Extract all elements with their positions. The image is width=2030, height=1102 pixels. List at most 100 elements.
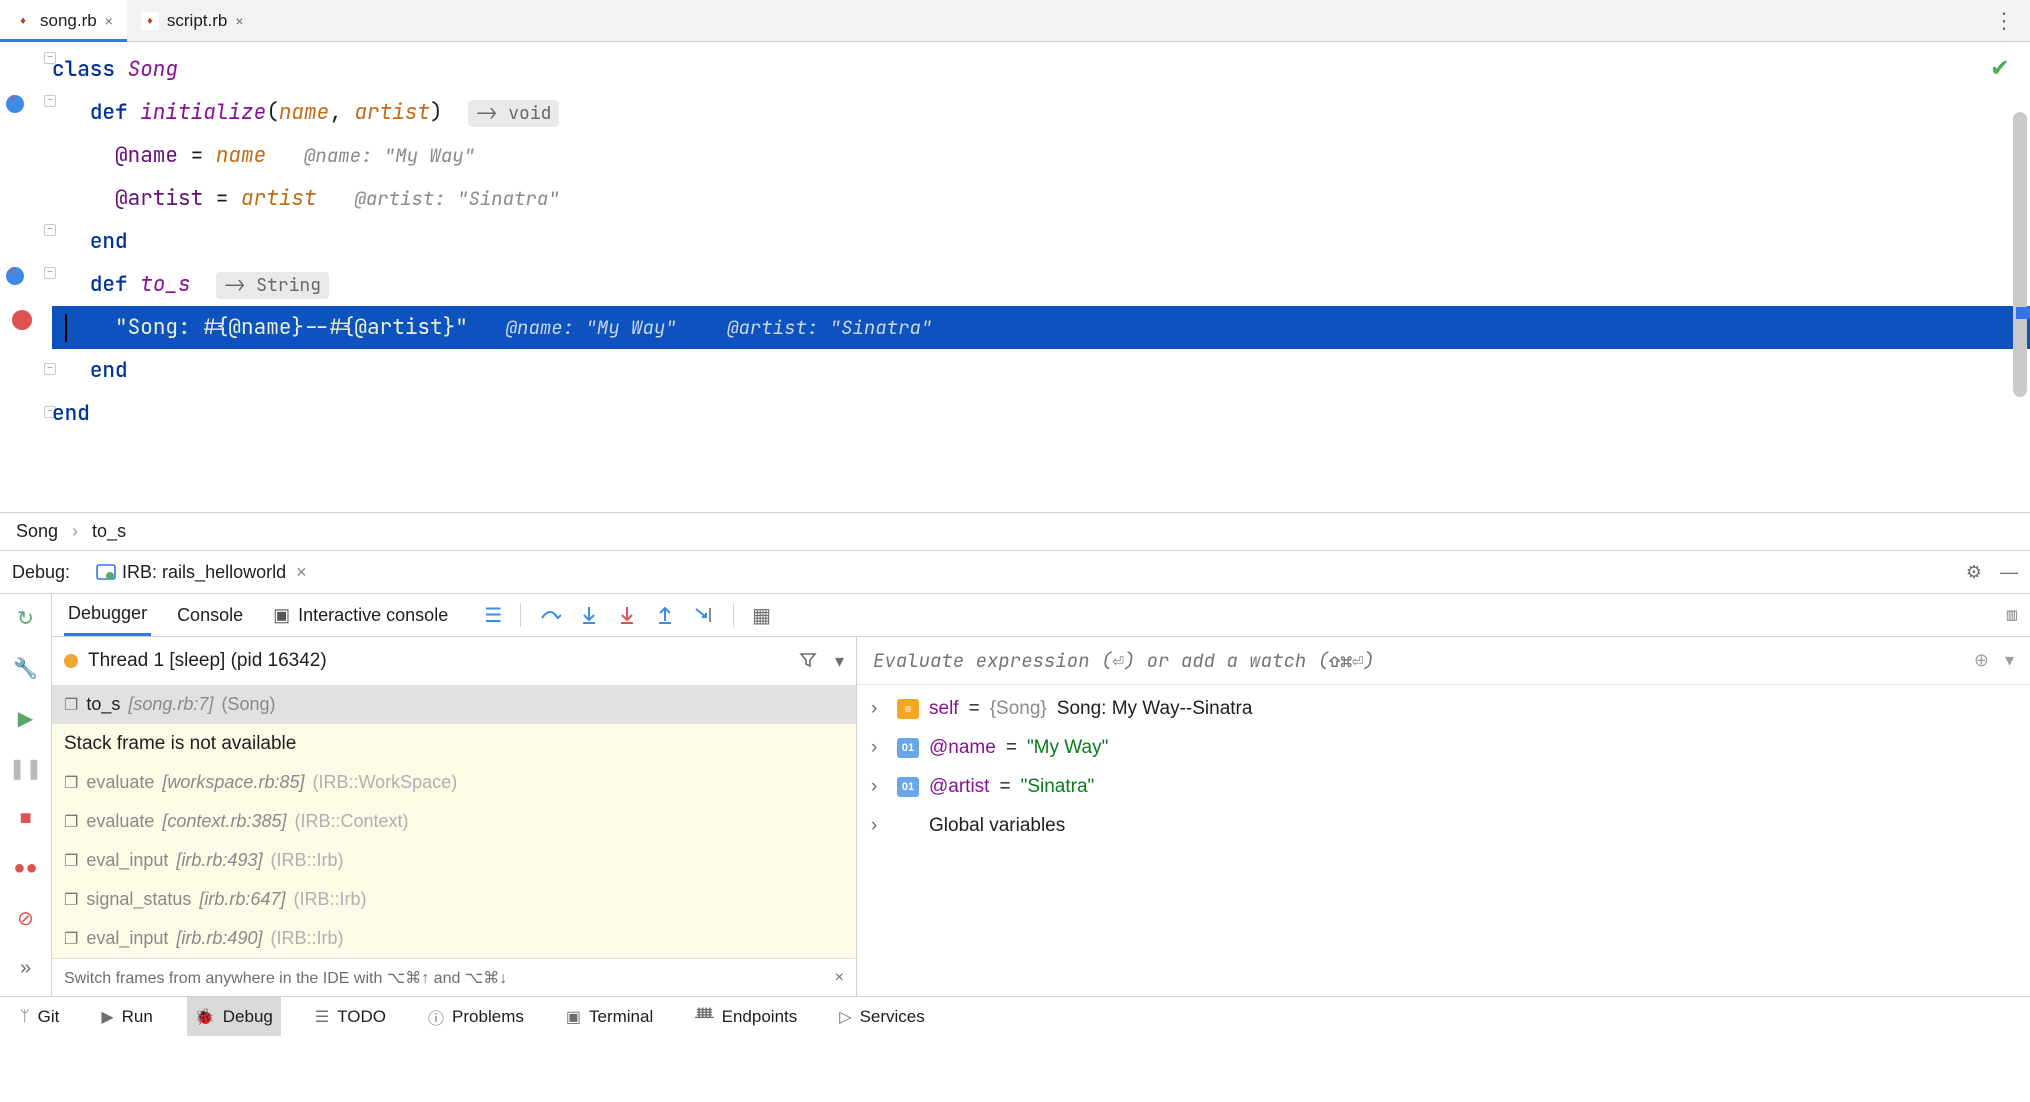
error-stripe-mark[interactable]: [2016, 307, 2030, 319]
variables-pane: ⊕ ▾ › ≡ self = {Song} Song: My Way--Sina…: [857, 637, 2030, 996]
gear-icon[interactable]: ⚙: [1966, 562, 1982, 583]
frame-list[interactable]: ❐ to_s [song.rb:7] (Song) Stack frame is…: [52, 685, 856, 958]
tab-song-rb[interactable]: ♦ song.rb ×: [0, 0, 127, 41]
filter-icon[interactable]: [799, 651, 817, 672]
thread-selector[interactable]: Thread 1 [sleep] (pid 16342) ▾: [52, 637, 856, 685]
frame-row[interactable]: ❐evaluate [workspace.rb:85] (IRB::WorkSp…: [52, 763, 856, 802]
bottom-toolbar: ᛘGit ▶Run 🐞Debug ☰TODO ⓘProblems ▣Termin…: [0, 996, 2030, 1036]
chevron-right-icon[interactable]: ›: [871, 815, 887, 837]
variables-list[interactable]: › ≡ self = {Song} Song: My Way--Sinatra …: [857, 685, 2030, 996]
tool-terminal[interactable]: ▣Terminal: [558, 997, 661, 1036]
rerun-button[interactable]: ↻: [12, 604, 40, 632]
view-breakpoints-button[interactable]: ●●: [12, 854, 40, 882]
tool-git[interactable]: ᛘGit: [12, 997, 67, 1036]
tool-todo[interactable]: ☰TODO: [307, 997, 394, 1036]
editor[interactable]: − − − − − − class Song def initialize(na…: [0, 42, 2030, 512]
dropdown-icon[interactable]: ▾: [2005, 650, 2014, 671]
chevron-right-icon[interactable]: ›: [871, 737, 887, 759]
minimize-icon[interactable]: —: [2000, 562, 2018, 583]
debug-run-icon[interactable]: [6, 95, 24, 113]
force-step-into-icon[interactable]: [617, 605, 637, 625]
breadcrumb-method[interactable]: to_s: [92, 521, 126, 542]
tool-debug[interactable]: 🐞Debug: [187, 997, 281, 1036]
instance-var-icon: 01: [897, 777, 919, 797]
variable-row[interactable]: › 01 @name = "My Way": [857, 728, 2030, 767]
ruby-file-icon: ♦: [14, 12, 32, 30]
resume-button[interactable]: ▶: [12, 704, 40, 732]
scrollbar[interactable]: [2013, 112, 2027, 397]
breadcrumb[interactable]: Song › to_s: [0, 512, 2030, 550]
bug-icon: 🐞: [195, 1007, 215, 1027]
ruby-file-icon: ♦: [141, 12, 159, 30]
git-icon: ᛘ: [20, 1008, 30, 1026]
frames-hint: Switch frames from anywhere in the IDE w…: [52, 958, 856, 996]
inspection-ok-icon[interactable]: ✔: [1990, 54, 2010, 83]
variable-row[interactable]: › Global variables: [857, 806, 2030, 845]
close-icon[interactable]: ×: [235, 13, 243, 29]
endpoints-icon: ᚙ: [695, 1007, 713, 1027]
problems-icon: ⓘ: [428, 1005, 444, 1029]
gutter[interactable]: − − − − − −: [0, 42, 52, 512]
stop-button[interactable]: ■: [12, 804, 40, 832]
tab-interactive-console[interactable]: ▣Interactive console: [269, 594, 452, 636]
breadcrumb-class[interactable]: Song: [16, 521, 58, 542]
return-type-hint: -> void: [468, 100, 560, 127]
close-icon[interactable]: ×: [105, 13, 113, 29]
debug-label: Debug:: [12, 562, 70, 583]
chevron-right-icon[interactable]: ›: [871, 698, 887, 720]
tab-label: script.rb: [167, 11, 227, 31]
play-icon: ▶: [101, 1007, 113, 1027]
variable-row[interactable]: › ≡ self = {Song} Song: My Way--Sinatra: [857, 689, 2030, 728]
evaluate-input[interactable]: [873, 648, 1974, 673]
step-over-icon[interactable]: [539, 604, 561, 626]
variable-row[interactable]: › 01 @artist = "Sinatra": [857, 767, 2030, 806]
frame-row[interactable]: ❐evaluate [context.rb:385] (IRB::Context…: [52, 802, 856, 841]
pause-button[interactable]: ❚❚: [12, 754, 40, 782]
frame-row[interactable]: ❐ to_s [song.rb:7] (Song): [52, 685, 856, 724]
tool-problems[interactable]: ⓘProblems: [420, 997, 532, 1036]
frame-icon: ❐: [64, 695, 78, 715]
frame-row[interactable]: ❐eval_input [irb.rb:493] (IRB::Irb): [52, 841, 856, 880]
frame-row[interactable]: ❐signal_status [irb.rb:647] (IRB::Irb): [52, 880, 856, 919]
frame-unavailable: Stack frame is not available: [52, 724, 856, 763]
terminal-icon: ▣: [566, 1007, 581, 1027]
tool-run[interactable]: ▶Run: [93, 997, 161, 1036]
breakpoint-icon[interactable]: [12, 310, 32, 330]
settings-button[interactable]: 🔧: [12, 654, 40, 682]
evaluate-expression-icon[interactable]: ▦: [752, 603, 771, 628]
inline-hint: @artist: "Sinatra": [354, 186, 559, 211]
run-to-cursor-icon[interactable]: [693, 605, 715, 625]
more-button[interactable]: [12, 954, 40, 982]
tool-services[interactable]: ▷Services: [831, 997, 933, 1036]
step-into-icon[interactable]: [579, 605, 599, 625]
thread-status-icon: [64, 654, 78, 668]
tab-script-rb[interactable]: ♦ script.rb ×: [127, 0, 258, 41]
tab-console[interactable]: Console: [173, 594, 247, 636]
debug-run-icon[interactable]: [6, 267, 24, 285]
chevron-right-icon: ›: [72, 521, 78, 542]
add-watch-icon[interactable]: ⊕: [1974, 650, 1989, 671]
instance-var-icon: 01: [897, 738, 919, 758]
layout-icon[interactable]: ▥: [2006, 607, 2018, 623]
debug-panel: ↻ 🔧 ▶ ❚❚ ■ ●● ⊘ Debugger Console ▣Intera…: [0, 594, 2030, 996]
tab-more-icon[interactable]: [1993, 8, 2030, 34]
close-icon[interactable]: ×: [296, 562, 307, 583]
frame-row[interactable]: ❐eval_input [irb.rb:490] (IRB::Irb): [52, 919, 856, 958]
dropdown-icon[interactable]: ▾: [835, 651, 844, 672]
mute-breakpoints-button[interactable]: ⊘: [12, 904, 40, 932]
code-area[interactable]: class Song def initialize(name, artist) …: [52, 42, 2030, 512]
debug-config-name[interactable]: IRB: rails_helloworld: [122, 562, 286, 583]
threads-icon[interactable]: ☰: [484, 603, 502, 628]
frames-pane: Thread 1 [sleep] (pid 16342) ▾ ❐ to_s [s…: [52, 637, 857, 996]
self-icon: ≡: [897, 699, 919, 719]
close-icon[interactable]: ×: [835, 969, 844, 987]
console-icon: [96, 562, 116, 582]
tool-endpoints[interactable]: ᚙEndpoints: [687, 997, 805, 1036]
debug-sidebar: ↻ 🔧 ▶ ❚❚ ■ ●● ⊘: [0, 594, 52, 996]
debug-tabs: Debugger Console ▣Interactive console ☰ …: [52, 594, 2030, 637]
tab-debugger[interactable]: Debugger: [64, 594, 151, 636]
debug-tool-header: Debug: IRB: rails_helloworld × ⚙ —: [0, 550, 2030, 594]
chevron-right-icon[interactable]: ›: [871, 776, 887, 798]
services-icon: ▷: [839, 1007, 851, 1027]
step-out-icon[interactable]: [655, 605, 675, 625]
